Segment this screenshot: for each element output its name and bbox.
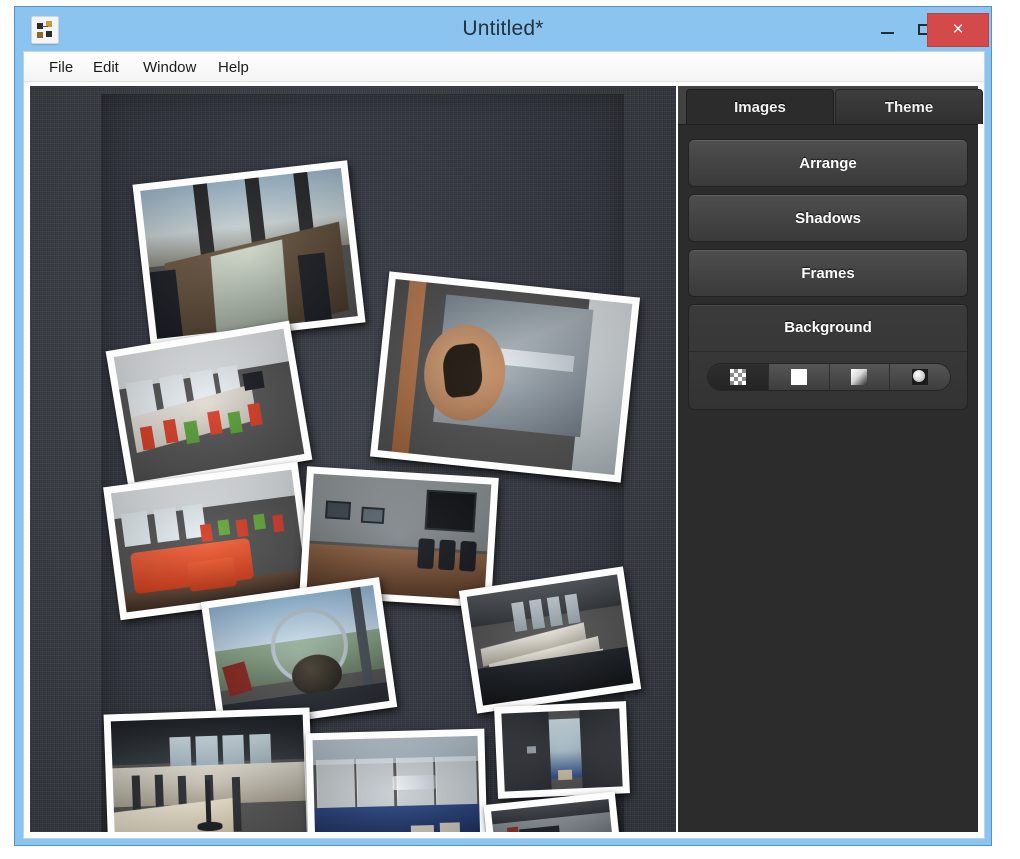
close-button[interactable]: × bbox=[927, 13, 989, 47]
client-area: File Edit Window Help Images Theme Arran… bbox=[23, 51, 985, 839]
title-bar[interactable]: Untitled* × bbox=[15, 7, 991, 51]
checkerboard-swatch-icon bbox=[729, 369, 746, 385]
photo-image bbox=[110, 714, 308, 832]
photo-image bbox=[140, 168, 358, 339]
background-option-linear-gradient[interactable] bbox=[830, 364, 891, 390]
menu-item-window[interactable]: Window bbox=[136, 57, 203, 78]
minimize-icon bbox=[881, 32, 894, 34]
photo-auditorium-microphone[interactable] bbox=[103, 707, 315, 832]
background-option-radial-gradient[interactable] bbox=[890, 364, 950, 390]
photo-image bbox=[377, 279, 633, 475]
window-title: Untitled* bbox=[462, 17, 544, 40]
tab-images[interactable]: Images bbox=[686, 89, 834, 124]
menu-item-edit[interactable]: Edit bbox=[86, 57, 126, 78]
menu-bar: File Edit Window Help bbox=[24, 52, 984, 82]
close-icon: × bbox=[952, 19, 964, 40]
panel-body: Arrange Shadows Frames Background bbox=[678, 124, 978, 832]
collage-canvas[interactable] bbox=[30, 86, 676, 832]
photo-dark-doorway-hall[interactable] bbox=[494, 701, 630, 799]
tab-theme[interactable]: Theme bbox=[835, 89, 983, 124]
solid-white-swatch-icon bbox=[790, 369, 807, 385]
background-option-solid[interactable] bbox=[769, 364, 830, 390]
menu-item-help[interactable]: Help bbox=[211, 57, 256, 78]
frames-button[interactable]: Frames bbox=[688, 249, 968, 297]
side-panel: Images Theme Arrange Shadows Frames Back… bbox=[678, 86, 983, 832]
photo-image bbox=[306, 473, 492, 601]
photo-image bbox=[466, 574, 634, 706]
photo-image bbox=[501, 708, 623, 792]
minimize-button[interactable] bbox=[869, 13, 905, 45]
application-window: Untitled* × File Edit Window Help Images… bbox=[14, 6, 992, 846]
photo-projection-screen-logo[interactable] bbox=[369, 271, 641, 483]
photo-image bbox=[312, 735, 481, 832]
linear-gradient-swatch-icon bbox=[851, 369, 868, 385]
photo-conference-room-long-table[interactable] bbox=[132, 160, 366, 347]
panel-tabs: Images Theme bbox=[678, 86, 983, 124]
photo-frosted-glass-corridor[interactable] bbox=[305, 728, 488, 832]
photo-image bbox=[491, 799, 617, 832]
menu-item-file[interactable]: File bbox=[42, 57, 80, 78]
photo-lecture-hall-seats[interactable] bbox=[458, 566, 642, 714]
radial-gradient-swatch-icon bbox=[912, 369, 929, 385]
background-title: Background bbox=[689, 305, 967, 352]
background-option-checkerboard[interactable] bbox=[708, 364, 769, 390]
shadows-button[interactable]: Shadows bbox=[688, 194, 968, 242]
photo-image bbox=[113, 328, 305, 483]
photo-image bbox=[208, 585, 390, 724]
background-group: Background bbox=[688, 304, 968, 410]
arrange-button[interactable]: Arrange bbox=[688, 139, 968, 187]
background-option-segmented-control[interactable] bbox=[707, 363, 951, 391]
